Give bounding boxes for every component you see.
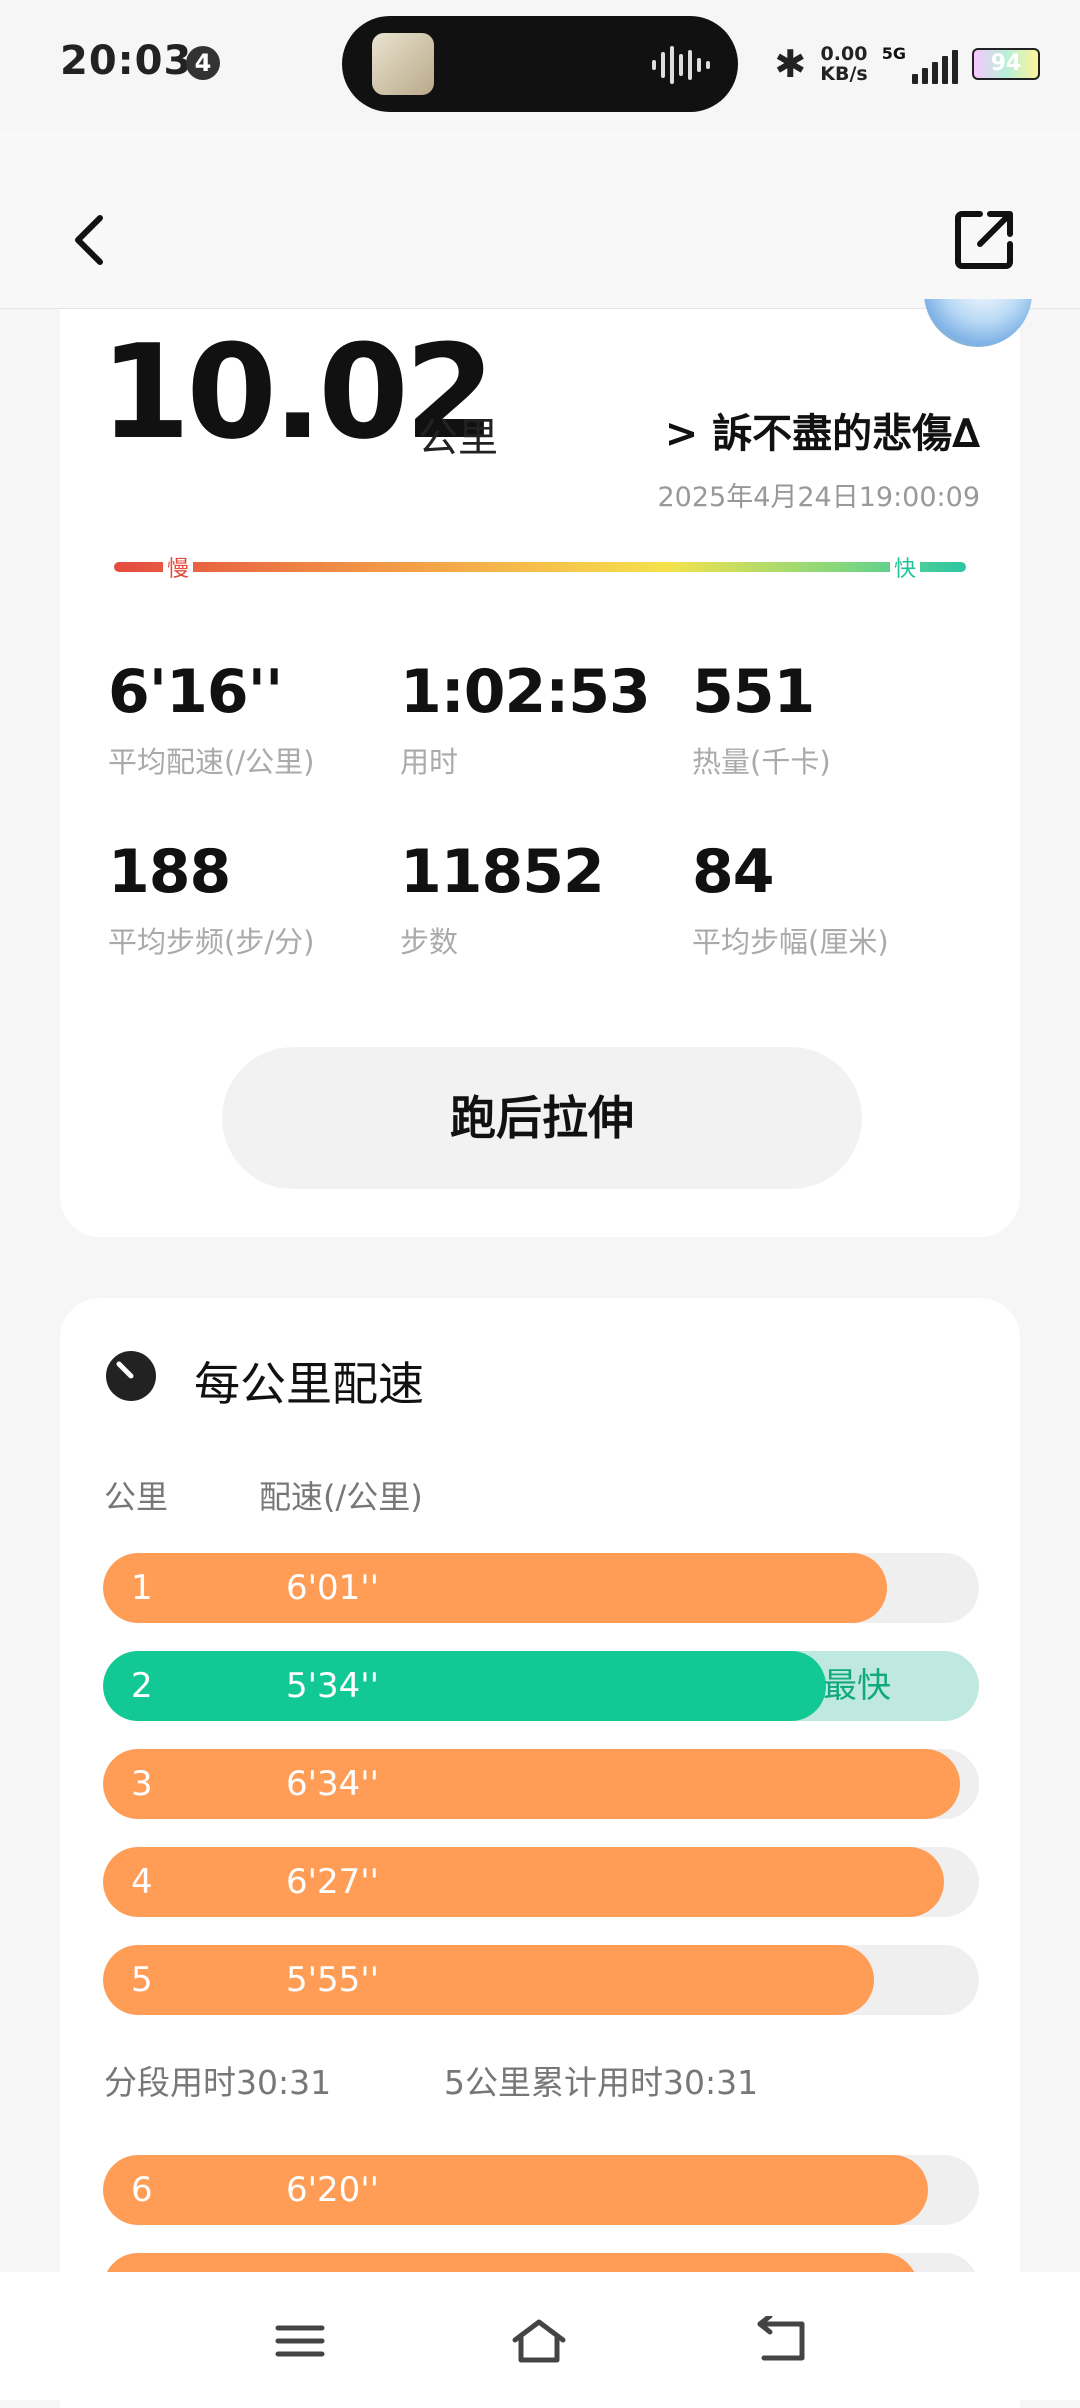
home-icon[interactable]	[511, 2316, 567, 2366]
stat-duration: 1:02:53 用时	[400, 657, 651, 781]
stat-value: 6'16''	[108, 657, 283, 727]
run-datetime: 2025年4月24日19:00:09	[657, 482, 980, 513]
run-summary-card: 10.02 公里 > 訴不盡的悲傷∆ 2025年4月24日19:00:09 慢 …	[60, 299, 1032, 1237]
stat-label: 平均配速(/公里)	[108, 745, 315, 779]
stat-avg-pace: 6'16'' 平均配速(/公里)	[108, 657, 314, 781]
cumulative-time: 5公里累计用时30:31	[444, 2063, 759, 2102]
stat-label: 平均步频(步/分)	[108, 925, 315, 959]
stat-label: 用时	[400, 745, 459, 779]
media-app-icon[interactable]	[372, 33, 434, 95]
split-row: 4 6'27''	[103, 1847, 979, 1917]
pace-gradient-bar	[114, 562, 966, 572]
network-speed-unit: KB/s	[820, 63, 868, 85]
stat-calories: 551 热量(千卡)	[692, 657, 831, 781]
split-km: 1	[131, 1568, 153, 1608]
status-time: 20:03	[60, 38, 193, 84]
split-bar-fill	[103, 1553, 888, 1623]
network-speed-value: 0.00	[820, 43, 868, 65]
pace-slow-label: 慢	[163, 551, 194, 583]
distance-unit: 公里	[418, 415, 498, 461]
notification-count-badge: 4	[186, 46, 220, 80]
split-pace: 5'34''	[286, 1666, 379, 1706]
stat-label: 平均步幅(厘米)	[692, 925, 889, 959]
signal-icon: 5G	[882, 44, 958, 84]
stat-value: 11852	[400, 837, 605, 907]
split-pace: 5'55''	[286, 1960, 379, 2000]
split-row: 5 5'55''	[103, 1945, 979, 2015]
split-km: 5	[131, 1960, 153, 2000]
avatar[interactable]	[918, 299, 1038, 349]
split-pace: 6'34''	[286, 1764, 379, 1804]
stat-value: 188	[108, 837, 231, 907]
stat-label: 热量(千卡)	[692, 745, 831, 779]
pace-fast-label: 快	[890, 551, 921, 583]
column-header-pace: 配速(/公里)	[259, 1478, 423, 1516]
dynamic-island[interactable]	[342, 16, 738, 112]
back-icon[interactable]	[754, 2316, 810, 2366]
menu-icon[interactable]	[272, 2316, 328, 2366]
app-bar	[0, 130, 1080, 309]
stopwatch-icon	[106, 1351, 156, 1401]
chevron-left-icon[interactable]	[68, 210, 112, 270]
stat-label: 步数	[400, 925, 459, 959]
bluetooth-icon: ✱	[774, 42, 807, 86]
stat-value: 1:02:53	[400, 657, 651, 727]
split-row: 3 6'34''	[103, 1749, 979, 1819]
post-run-stretch-button[interactable]: 跑后拉伸	[222, 1047, 862, 1189]
stat-cadence: 188 平均步频(步/分)	[108, 837, 314, 961]
split-km: 4	[131, 1862, 153, 1902]
split-row: 1 6'01''	[103, 1553, 979, 1623]
stat-value: 551	[692, 657, 815, 727]
split-km: 2	[131, 1666, 153, 1706]
stat-value: 84	[692, 837, 774, 907]
split-row: 6 6'20''	[103, 2155, 979, 2225]
battery-icon: 94	[972, 48, 1040, 80]
system-icons: ✱ 0.00 KB/s 5G 94	[774, 36, 1040, 92]
share-external-icon[interactable]	[954, 208, 1016, 270]
split-bar-fill	[103, 1749, 960, 1819]
split-km: 6	[131, 2170, 153, 2210]
split-pace: 6'27''	[286, 1862, 379, 1902]
segment-time: 分段用时30:31	[104, 2063, 332, 2102]
audio-wave-icon	[652, 46, 710, 84]
stat-stride: 84 平均步幅(厘米)	[692, 837, 889, 961]
split-bar-fill	[103, 2155, 929, 2225]
split-km: 3	[131, 1764, 153, 1804]
split-pace: 6'20''	[286, 2170, 379, 2210]
network-speed: 0.00 KB/s	[820, 44, 867, 84]
split-bar-fill	[103, 1651, 826, 1721]
km-splits-card: 每公里配速 公里 配速(/公里) 1 6'01'' 2 5'34'' 最快 3 …	[60, 1298, 1020, 2408]
column-header-km: 公里	[104, 1478, 169, 1516]
username[interactable]: > 訴不盡的悲傷∆	[665, 401, 980, 459]
network-type: 5G	[881, 44, 906, 63]
split-row: 2 5'34'' 最快	[103, 1651, 979, 1721]
split-pace: 6'01''	[286, 1568, 379, 1608]
status-bar: 20:03 4 ✱ 0.00 KB/s 5G 94	[0, 0, 1080, 130]
system-nav-bar	[0, 2272, 1080, 2400]
split-bar-fill	[103, 1847, 944, 1917]
stat-steps: 11852 步数	[400, 837, 605, 961]
split-bar-fill	[103, 1945, 874, 2015]
splits-title: 每公里配速	[194, 1357, 424, 1411]
fastest-tag: 最快	[823, 1666, 891, 1706]
